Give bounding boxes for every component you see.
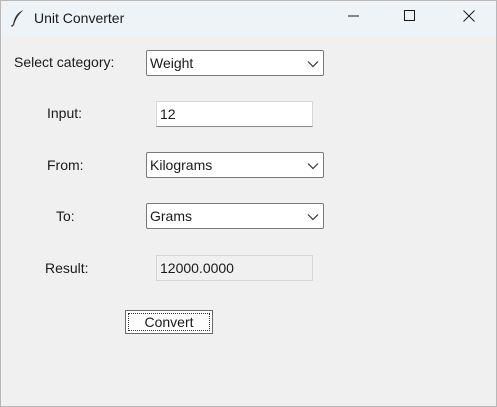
category-label: Select category: — [14, 54, 115, 70]
input-label: Input: — [47, 105, 83, 121]
result-label: Result: — [45, 260, 89, 276]
minimize-icon — [348, 9, 360, 27]
input-field[interactable] — [156, 101, 313, 127]
category-select-value: Weight — [150, 55, 194, 71]
maximize-icon — [404, 9, 416, 27]
feather-icon — [10, 9, 26, 27]
chevron-down-icon[interactable] — [307, 159, 319, 171]
form-area: Select category: Weight Input: From: Kil… — [1, 35, 496, 406]
close-button[interactable] — [446, 1, 492, 35]
to-unit-value: Grams — [150, 208, 192, 224]
close-icon — [463, 9, 475, 27]
convert-button[interactable]: Convert — [125, 310, 213, 334]
convert-button-label: Convert — [144, 314, 194, 330]
minimize-button[interactable] — [331, 1, 377, 35]
to-unit-select[interactable]: Grams — [146, 203, 324, 229]
from-unit-value: Kilograms — [150, 157, 213, 173]
window-title: Unit Converter — [34, 10, 125, 26]
from-unit-select[interactable]: Kilograms — [146, 152, 324, 178]
app-window: Unit Converter Select category: Weight I… — [0, 0, 497, 407]
result-field[interactable] — [156, 255, 313, 281]
maximize-button[interactable] — [387, 1, 433, 35]
chevron-down-icon[interactable] — [307, 57, 319, 69]
from-label: From: — [47, 157, 84, 173]
chevron-down-icon[interactable] — [307, 210, 319, 222]
to-label: To: — [56, 208, 75, 224]
title-bar[interactable]: Unit Converter — [1, 1, 496, 35]
category-select[interactable]: Weight — [146, 50, 324, 76]
